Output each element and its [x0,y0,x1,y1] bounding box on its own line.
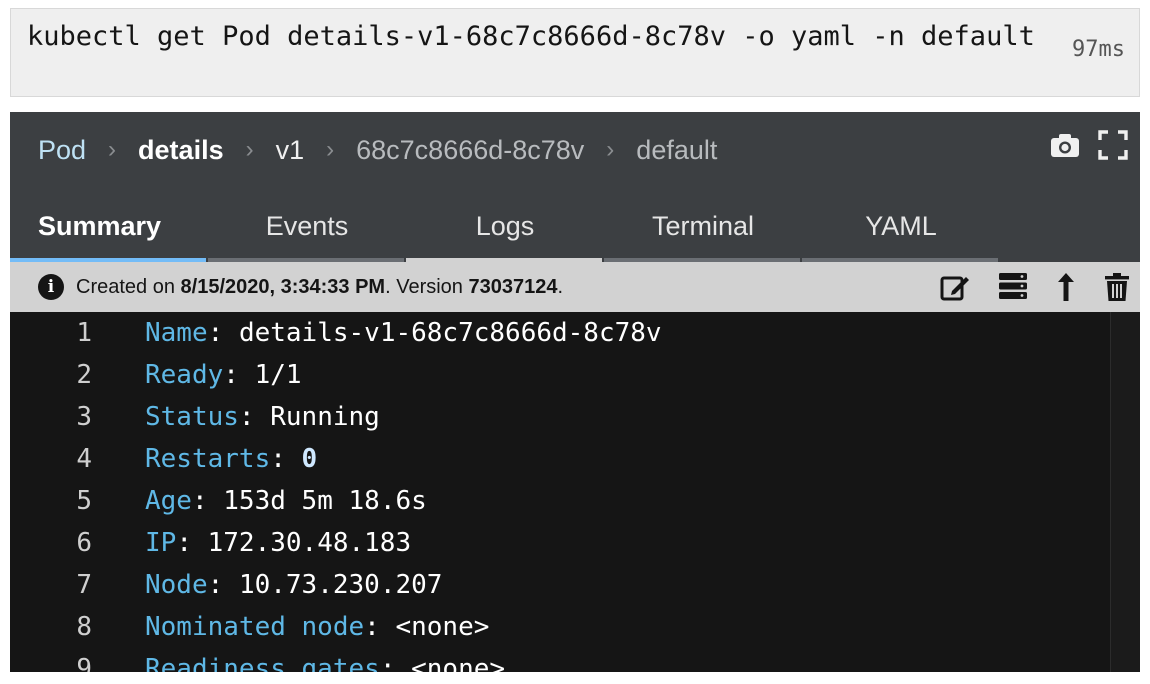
created-timestamp: 8/15/2020, 3:34:33 PM [180,275,386,298]
code-line: 5 Age: 153d 5m 18.6s [10,480,1110,522]
info-icon: i [38,274,64,300]
breadcrumb-kind[interactable]: Pod [38,135,86,166]
code-value: 1/1 [254,360,302,390]
line-number: 5 [76,486,92,516]
code-key: Nominated node [145,612,365,642]
yaml-editor[interactable]: 1 Name: details-v1-68c7c8666d-8c78v 2 Read… [10,312,1110,672]
list-icon[interactable] [998,272,1028,302]
code-line: 4 Restarts: 0 [10,438,1110,480]
tab-events[interactable]: Events [208,190,406,262]
code-value: <none> [395,612,490,642]
code-value: Running [270,402,380,432]
command-bar: kubectl get Pod details-v1-68c7c8666d-8c… [10,8,1140,97]
code-line: 3 Status: Running [10,396,1110,438]
breadcrumb-namespace[interactable]: default [636,135,717,166]
tab-bar: Summary Events Logs Terminal YAML [10,190,1000,262]
edit-icon[interactable] [940,272,970,302]
code-key: Ready [145,360,224,390]
code-value: 10.73.230.207 [238,570,443,600]
code-value: 0 [301,444,318,474]
code-value: details-v1-68c7c8666d-8c78v [238,318,662,348]
editor-scrollbar[interactable] [1110,312,1140,672]
code-line: 8 Nominated node: <none> [10,606,1110,648]
header-actions [1050,130,1128,160]
code-key: Age [145,486,192,516]
breadcrumb-hash[interactable]: 68c7c8666d-8c78v [356,135,584,166]
code-line: 7 Node: 10.73.230.207 [10,564,1110,606]
code-key: Restarts [145,444,271,474]
line-number: 1 [76,318,92,348]
resource-version: 73037124 [468,275,558,298]
scale-icon[interactable] [1056,272,1076,302]
panel-header: Pod › details › v1 › 68c7c8666d-8c78v › … [10,112,1140,262]
breadcrumb-name[interactable]: details [138,135,224,166]
code-line: 1 Name: details-v1-68c7c8666d-8c78v [10,312,1110,354]
code-value: <none> [411,654,506,672]
tab-summary[interactable]: Summary [10,190,208,262]
code-key: IP [145,528,177,558]
line-number: 6 [76,528,92,558]
info-bar: i Created on 8/15/2020, 3:34:33 PM. Vers… [10,262,1140,312]
line-number: 4 [76,444,92,474]
expand-icon[interactable] [1098,130,1128,160]
code-key: Name [145,318,208,348]
line-number: 3 [76,402,92,432]
code-line: 6 IP: 172.30.48.183 [10,522,1110,564]
breadcrumb-version[interactable]: v1 [276,135,305,166]
trash-icon[interactable] [1104,272,1130,302]
command-duration: 97ms [1072,37,1125,62]
command-text: kubectl get Pod details-v1-68c7c8666d-8c… [27,21,1035,52]
chevron-right-icon: › [606,136,615,163]
chevron-right-icon: › [108,136,117,163]
chevron-right-icon: › [326,136,335,163]
code-value: 153d 5m 18.6s [223,486,427,516]
line-number: 7 [76,570,92,600]
tab-yaml[interactable]: YAML [802,190,1000,262]
line-number: 2 [76,360,92,390]
breadcrumb: Pod › details › v1 › 68c7c8666d-8c78v › … [38,130,717,170]
resource-panel: Pod › details › v1 › 68c7c8666d-8c78v › … [10,112,1140,672]
code-key: Readiness gates [145,654,380,672]
code-line: 9 Readiness gates: <none> [10,648,1110,672]
code-key: Status [145,402,239,432]
tab-terminal[interactable]: Terminal [604,190,802,262]
creation-info: Created on 8/15/2020, 3:34:33 PM. Versio… [76,275,564,298]
code-line: 2 Ready: 1/1 [10,354,1110,396]
code-key: Node [145,570,208,600]
chevron-right-icon: › [245,136,254,163]
resource-actions [940,272,1130,302]
line-number: 9 [76,654,92,672]
camera-icon[interactable] [1050,132,1080,158]
code-value: 172.30.48.183 [207,528,412,558]
tab-logs[interactable]: Logs [406,190,604,262]
line-number: 8 [76,612,92,642]
